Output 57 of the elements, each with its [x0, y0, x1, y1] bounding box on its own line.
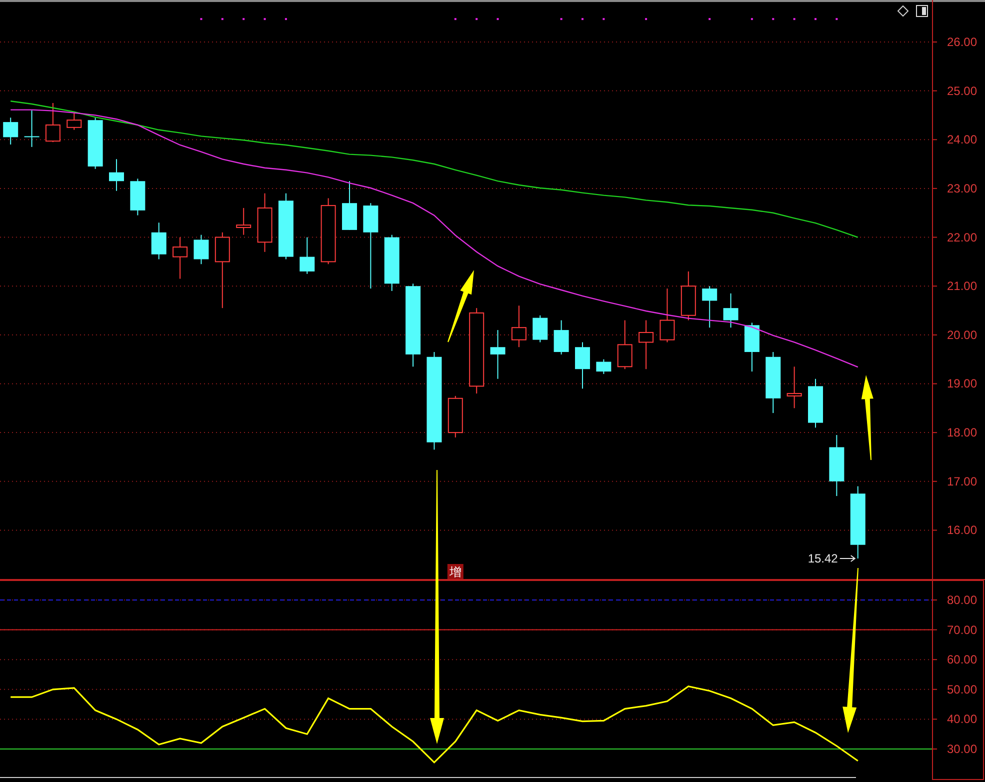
candlestick	[236, 207, 252, 236]
axis-label: 30.00	[947, 742, 978, 756]
candlestick	[194, 234, 209, 265]
candlestick	[24, 110, 40, 148]
candlestick	[342, 180, 357, 230]
candlestick	[680, 270, 696, 321]
candlestick	[829, 434, 844, 497]
axis-label: 50.00	[947, 682, 978, 696]
candlestick	[45, 102, 60, 143]
candlestick	[109, 158, 124, 192]
candlestick	[300, 236, 315, 274]
candlestick	[130, 178, 146, 216]
axis-label: 25.00	[947, 84, 978, 98]
axis-label: 21.00	[947, 279, 978, 294]
arrow-icon	[839, 555, 856, 562]
axis-label: 80.00	[947, 592, 978, 607]
axis-label: 40.00	[947, 712, 978, 726]
candlestick	[808, 378, 823, 428]
axis-label: 60.00	[947, 652, 978, 667]
axis-label: 16.00	[947, 523, 978, 538]
candlestick	[66, 112, 82, 130]
axis-label: 17.00	[947, 474, 978, 488]
candlestick	[278, 192, 294, 260]
last-price-label: 15.42	[808, 552, 838, 566]
candlestick	[151, 222, 166, 260]
candlestick	[532, 314, 548, 343]
diamond-icon[interactable]	[897, 5, 909, 17]
axis-label: 26.00	[947, 34, 978, 49]
candlestick	[786, 366, 802, 409]
axis-label: 22.00	[947, 230, 978, 244]
candlestick	[320, 198, 336, 265]
axis-label: 23.00	[947, 181, 978, 196]
candlestick	[3, 117, 18, 145]
candlestick	[490, 330, 506, 380]
candlestick	[766, 352, 781, 414]
candlestick	[660, 288, 675, 343]
axis-label: 24.00	[947, 132, 978, 147]
candlestick	[511, 305, 526, 348]
panel-toggle-icon[interactable]	[916, 5, 928, 17]
candlestick	[723, 292, 738, 328]
axis-label: 20.00	[947, 328, 978, 342]
axis-label: 19.00	[947, 376, 978, 391]
candlestick	[88, 117, 103, 170]
candlestick	[257, 192, 272, 252]
axis-label: 70.00	[947, 622, 978, 637]
candlestick	[744, 322, 760, 372]
candlestick	[702, 286, 718, 328]
candlestick	[617, 320, 632, 370]
candlestick	[575, 342, 590, 390]
candlestick	[554, 320, 569, 355]
axis-label: 18.00	[947, 426, 978, 440]
candlestick	[448, 395, 463, 438]
tag-label: 增	[447, 564, 464, 579]
candlestick	[384, 234, 400, 292]
candlestick	[596, 358, 612, 374]
candlestick	[638, 320, 654, 370]
candlestick	[172, 236, 188, 280]
